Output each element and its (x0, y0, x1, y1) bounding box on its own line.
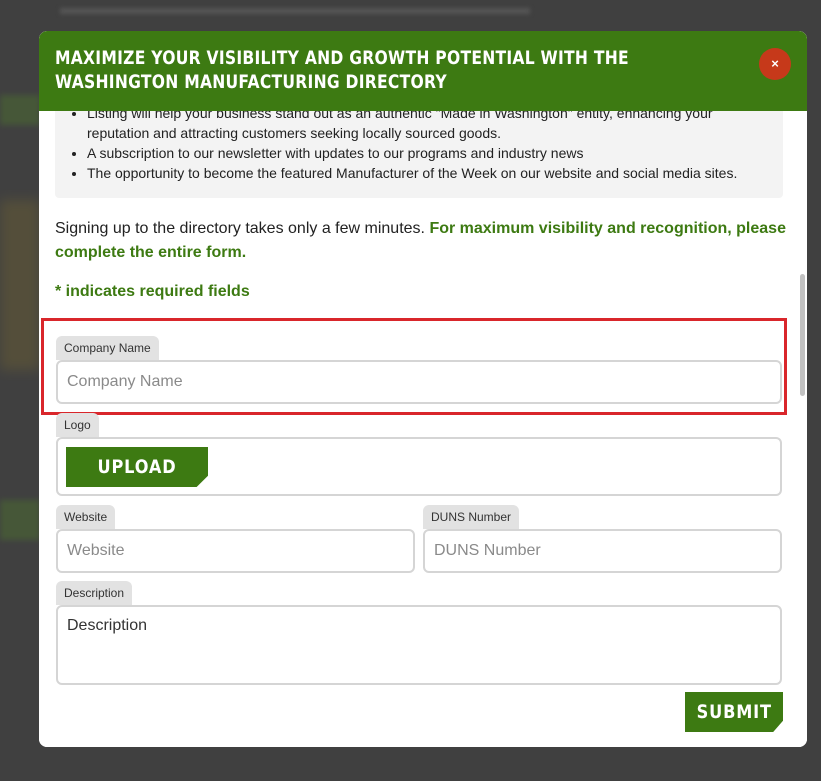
duns-number-input[interactable] (423, 529, 782, 573)
intro-text: Signing up to the directory takes only a… (55, 217, 790, 265)
benefits-box: Listing will help your business stand ou… (55, 111, 783, 198)
scrollbar-thumb[interactable] (800, 274, 805, 396)
benefit-item: Listing will help your business stand ou… (87, 111, 767, 143)
logo-upload-box: UPLOAD FILE (56, 437, 782, 496)
modal-body[interactable]: Listing will help your business stand ou… (39, 111, 807, 747)
intro-plain: Signing up to the directory takes only a… (55, 220, 425, 237)
company-name-input[interactable] (56, 360, 782, 404)
directory-signup-modal: MAXIMIZE YOUR VISIBILITY AND GROWTH POTE… (39, 31, 807, 747)
benefit-item: A subscription to our newsletter with up… (87, 143, 767, 163)
modal-header: MAXIMIZE YOUR VISIBILITY AND GROWTH POTE… (39, 31, 807, 111)
description-textarea[interactable] (56, 605, 782, 685)
website-input[interactable] (56, 529, 415, 573)
required-fields-note: * indicates required fields (55, 283, 250, 300)
submit-button[interactable]: SUBMIT (685, 692, 783, 732)
close-icon: × (771, 56, 779, 71)
close-button[interactable]: × (759, 48, 791, 80)
company-name-label: Company Name (56, 336, 159, 360)
website-label: Website (56, 505, 116, 529)
benefit-item: The opportunity to become the featured M… (87, 163, 767, 183)
modal-title: MAXIMIZE YOUR VISIBILITY AND GROWTH POTE… (55, 47, 629, 93)
description-label: Description (56, 581, 133, 605)
upload-file-button[interactable]: UPLOAD FILE (66, 447, 208, 487)
benefits-list: Listing will help your business stand ou… (87, 111, 767, 183)
duns-number-label: DUNS Number (423, 505, 520, 529)
logo-label: Logo (56, 413, 99, 437)
